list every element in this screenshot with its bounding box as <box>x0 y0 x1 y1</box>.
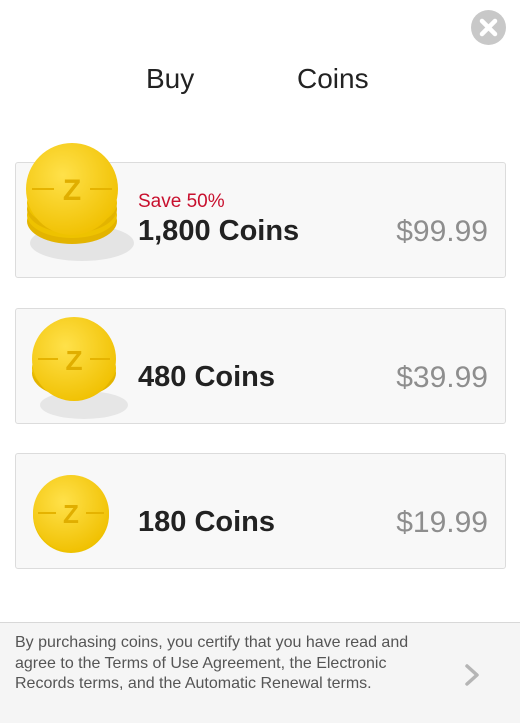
offer-480-coins[interactable]: Z 480 Coins $39.99 <box>15 308 506 424</box>
page-title-buy: Buy <box>146 63 195 94</box>
terms-footer[interactable]: By purchasing coins, you certify that yo… <box>0 623 520 723</box>
svg-text:Z: Z <box>63 174 81 207</box>
close-button[interactable] <box>471 10 506 45</box>
chevron-right-icon <box>465 664 479 686</box>
offer-180-coins[interactable]: Z 180 Coins $19.99 <box>15 453 506 569</box>
coin-stack-large-icon: Z <box>26 143 134 261</box>
svg-text:Z: Z <box>63 499 79 529</box>
coin-stack-small-icon: Z <box>32 317 128 419</box>
price: $39.99 <box>396 361 488 394</box>
page-title-coins: Coins <box>297 63 369 94</box>
save-badge: Save 50% <box>138 191 225 212</box>
price: $99.99 <box>396 215 488 248</box>
coin-amount: 480 Coins <box>138 361 275 393</box>
svg-text:Z: Z <box>65 345 82 376</box>
coin-amount: 180 Coins <box>138 506 275 538</box>
offer-1800-coins[interactable]: Z Save 50% 1,800 Coins $99.99 <box>15 143 506 278</box>
price: $19.99 <box>396 506 488 539</box>
coin-icon: Z <box>33 475 109 553</box>
terms-text: By purchasing coins, you certify that yo… <box>15 634 409 692</box>
close-icon <box>479 18 498 37</box>
coin-amount: 1,800 Coins <box>138 215 300 247</box>
